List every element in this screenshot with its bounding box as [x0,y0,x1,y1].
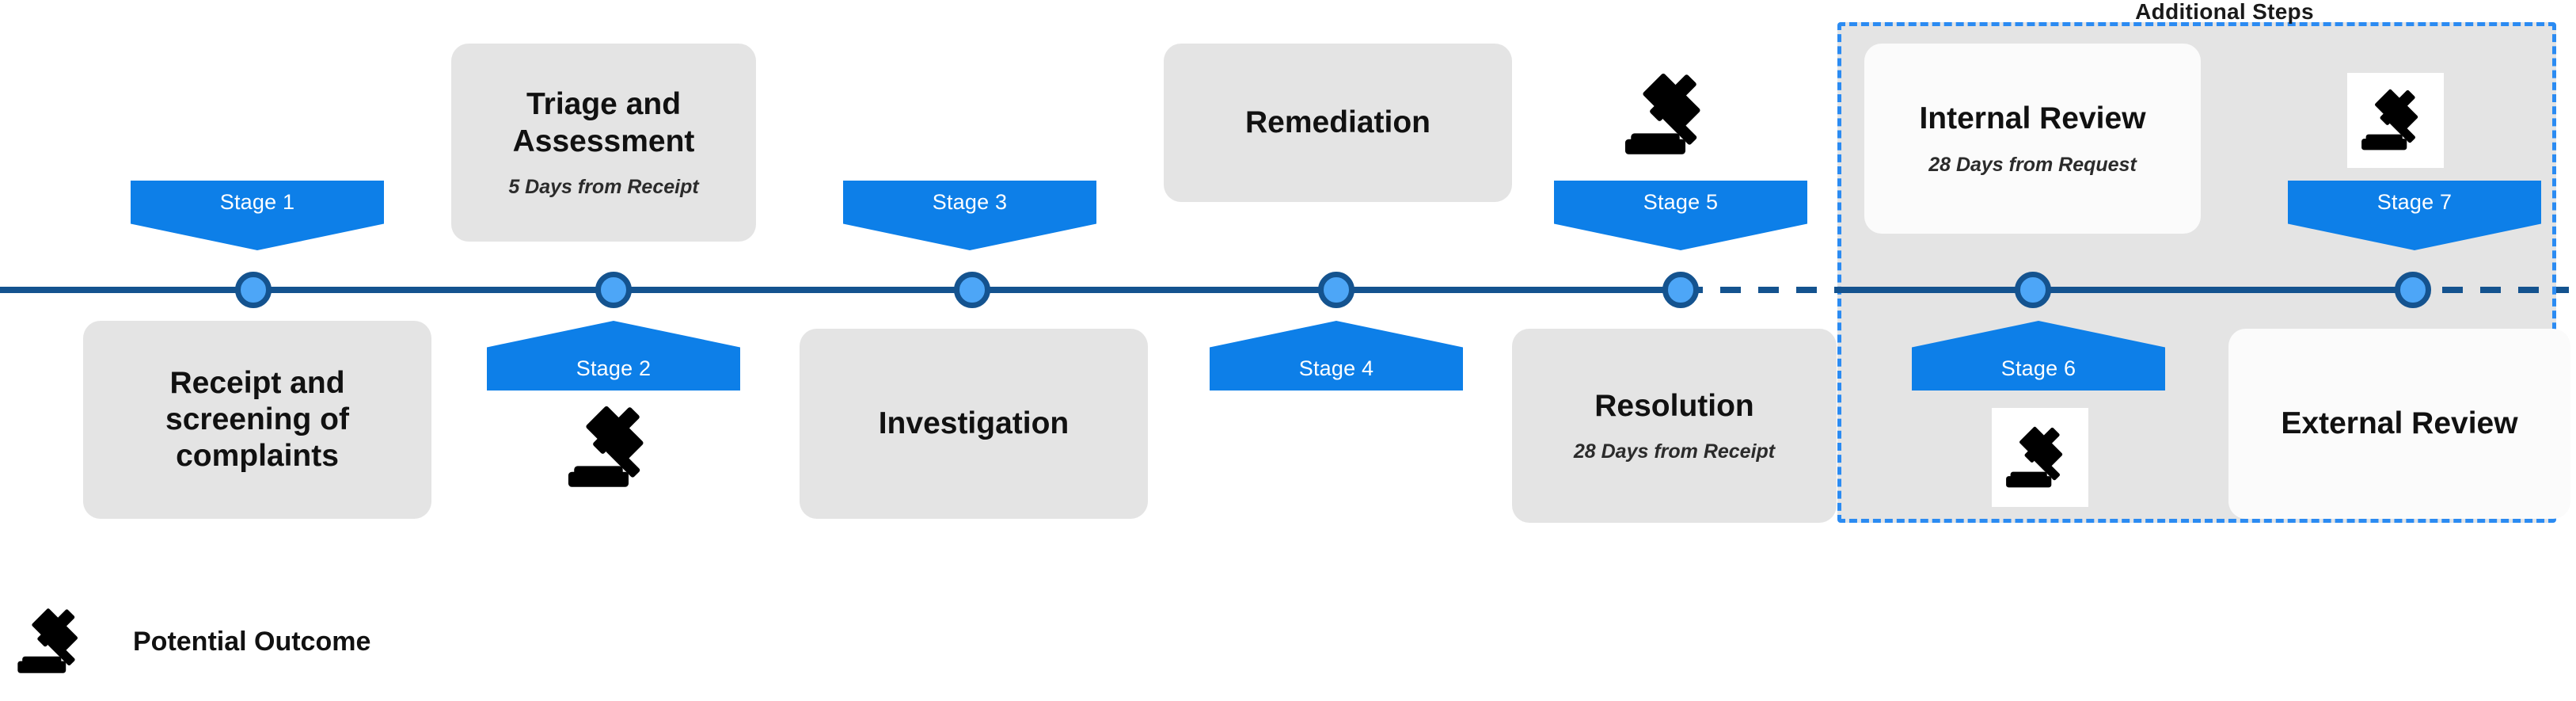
timeline-node-3[interactable] [954,272,990,308]
stage-box-2: Triage and Assessment 5 Days from Receip… [451,44,756,242]
stage-badge-1[interactable]: Stage 1 [131,181,384,250]
gavel-icon [1992,408,2088,507]
stage-box-3-title: Investigation [878,406,1070,440]
gavel-icon [554,400,673,495]
stage-box-6-subtitle: 28 Days from Request [1928,153,2137,176]
gavel-icon [2347,73,2444,168]
stage-badge-1-label: Stage 1 [219,190,295,214]
gavel-icon [6,604,101,680]
timeline-diagram: Additional Steps Stage 1 Receipt and scr… [0,0,2576,701]
additional-steps-label: Additional Steps [2135,0,2314,24]
stage-badge-2[interactable]: Stage 2 [487,321,740,391]
timeline-node-5[interactable] [1662,272,1699,308]
stage-box-7: External Review [2228,329,2570,519]
stage-box-7-title: External Review [2281,406,2518,440]
timeline-node-4[interactable] [1318,272,1354,308]
legend-label: Potential Outcome [133,626,371,657]
stage-box-6-title: Internal Review [1919,101,2146,136]
legend: Potential Outcome [0,598,522,685]
stage-badge-5-label: Stage 5 [1643,190,1719,214]
stage-badge-6-label: Stage 6 [2000,356,2076,380]
stage-badge-7-label: Stage 7 [2377,190,2453,214]
stage-box-2-title: Triage and Assessment [512,87,695,158]
stage-badge-2-label: Stage 2 [576,356,652,380]
timeline-node-2[interactable] [595,272,632,308]
stage-box-5-subtitle: 28 Days from Receipt [1573,440,1776,463]
stage-box-4-title: Remediation [1244,105,1431,139]
stage-box-6: Internal Review 28 Days from Request [1864,44,2201,234]
timeline-node-7[interactable] [2395,272,2431,308]
stage-box-3: Investigation [800,329,1148,519]
stage-box-4: Remediation [1164,44,1512,202]
gavel-icon [1611,67,1730,162]
stage-badge-4[interactable]: Stage 4 [1210,321,1463,391]
stage-badge-3-label: Stage 3 [932,190,1008,214]
stage-badge-5[interactable]: Stage 5 [1554,181,1807,250]
stage-box-5-title: Resolution [1594,388,1754,423]
timeline-node-1[interactable] [235,272,272,308]
stage-box-1: Receipt and screening of complaints [83,321,431,519]
stage-badge-4-label: Stage 4 [1298,356,1374,380]
stage-box-1-title: Receipt and screening of complaints [165,365,349,473]
timeline-axis-segment-stage7 [2011,287,2415,293]
stage-box-2-subtitle: 5 Days from Receipt [508,175,699,198]
stage-box-5: Resolution 28 Days from Receipt [1512,329,1837,523]
timeline-node-6[interactable] [2015,272,2051,308]
stage-badge-3[interactable]: Stage 3 [843,181,1096,250]
